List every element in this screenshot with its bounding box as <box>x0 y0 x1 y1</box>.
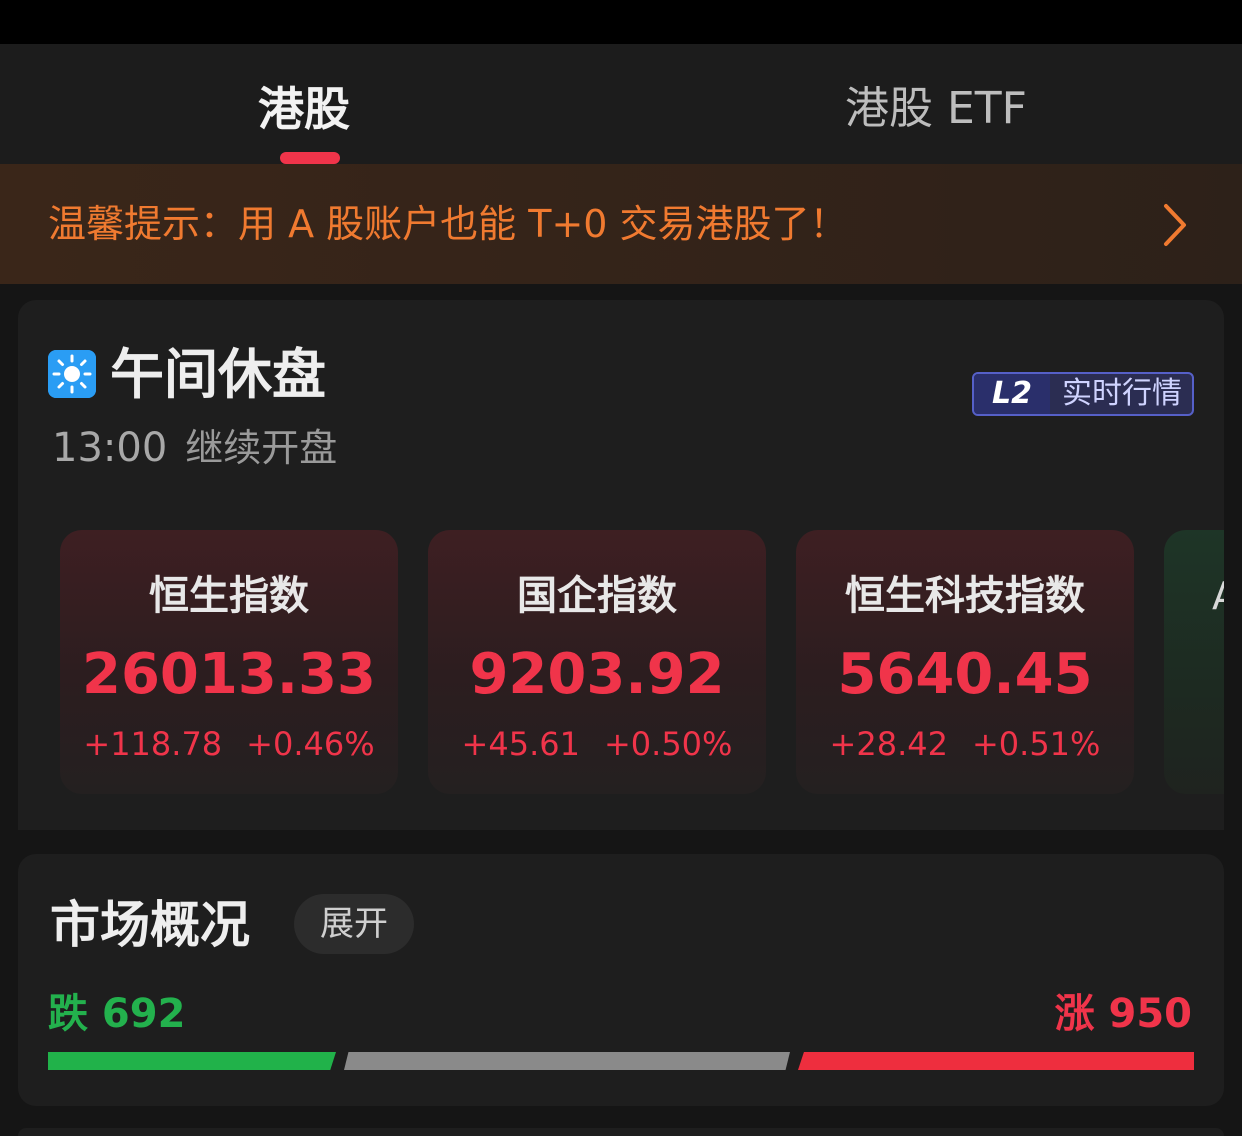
index-change: +118.78 +0.46% <box>60 722 398 766</box>
next-card-edge <box>18 1128 1224 1136</box>
index-change: +28.42 +0.51% <box>796 722 1134 766</box>
index-change-points: +28.42 <box>829 725 948 763</box>
l2-badge-text: 实时行情 <box>1062 376 1182 411</box>
declining-bar <box>48 1052 336 1070</box>
index-change-percent: +0.50% <box>603 725 733 763</box>
index-card-next[interactable]: A <box>1164 530 1224 794</box>
declining-count: 跌 692 <box>48 991 186 1037</box>
index-name: A <box>1212 570 1224 622</box>
index-name: 恒生科技指数 <box>845 573 1085 619</box>
index-value: 9203.92 <box>469 642 725 707</box>
index-card-hscei[interactable]: 国企指数 9203.92 +45.61 +0.50% <box>428 530 766 794</box>
index-change-percent: +0.46% <box>246 725 375 763</box>
unchanged-bar <box>344 1052 790 1070</box>
notice-banner[interactable]: 温馨提示：用 A 股账户也能 T+0 交易港股了！ <box>0 164 1242 284</box>
tab-hk-etf[interactable]: 港股 ETF <box>845 74 1027 144</box>
index-change: +45.61 +0.50% <box>428 722 766 766</box>
market-tabs: 港股 港股 ETF <box>0 44 1242 164</box>
index-card-hstech[interactable]: 恒生科技指数 5640.45 +28.42 +0.51% <box>796 530 1134 794</box>
notice-text: 温馨提示：用 A 股账户也能 T+0 交易港股了！ <box>48 202 848 246</box>
index-value: 5640.45 <box>837 642 1093 707</box>
resume-text: 继续开盘 <box>185 426 338 470</box>
advancing-bar <box>798 1052 1194 1070</box>
expand-button[interactable]: 展开 <box>294 894 414 954</box>
index-change-points: +45.61 <box>461 725 580 763</box>
index-name: 国企指数 <box>517 573 677 619</box>
l2-logo: L2 <box>974 374 1050 414</box>
tab-hk-stocks[interactable]: 港股 <box>258 74 350 144</box>
l2-realtime-badge[interactable]: L2 实时行情 <box>972 372 1194 416</box>
active-tab-indicator <box>280 152 340 164</box>
advancing-count: 涨 950 <box>1054 991 1192 1037</box>
index-change-points: +118.78 <box>83 725 223 763</box>
market-overview-card: 市场概况 展开 跌 692 涨 950 <box>18 854 1224 1106</box>
status-bar <box>0 0 1242 44</box>
overview-title: 市场概况 <box>50 896 250 954</box>
resume-time: 13:00 <box>52 425 168 471</box>
index-value: 26013.33 <box>81 642 377 707</box>
index-card-hsi[interactable]: 恒生指数 26013.33 +118.78 +0.46% <box>60 530 398 794</box>
market-status-card: 午间休盘 13:00 继续开盘 L2 实时行情 恒生指数 26013.33 +11… <box>18 300 1224 830</box>
chevron-right-icon[interactable] <box>1160 202 1190 248</box>
index-name: 恒生指数 <box>149 573 309 619</box>
session-title: 午间休盘 <box>110 343 326 406</box>
sun-icon <box>48 350 96 398</box>
index-change-percent: +0.51% <box>971 725 1101 763</box>
session-resume: 13:00 继续开盘 <box>52 418 337 478</box>
